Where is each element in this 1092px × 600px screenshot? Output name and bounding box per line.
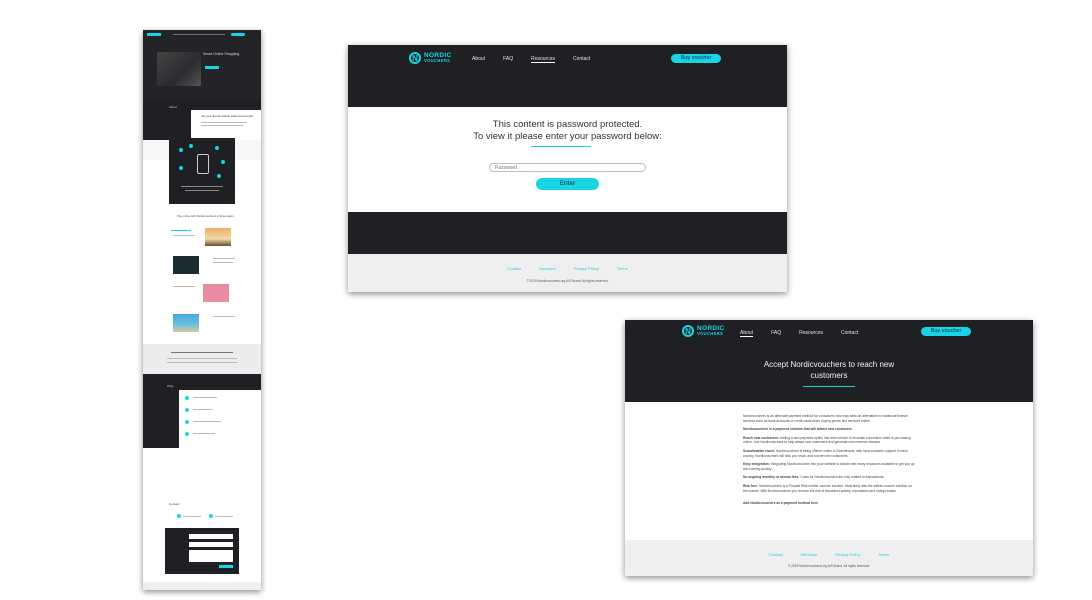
paragraph-4: Easy integration: Integrating Nordicvouc…	[743, 462, 915, 471]
paragraph-0: Nordicvouchers is an alternate payment m…	[743, 414, 908, 423]
about-label: About	[169, 105, 177, 109]
paragraph-2: Reach new customers: Adding a new paymen…	[743, 435, 911, 445]
contact-label: Contact	[169, 502, 180, 506]
nav-resources[interactable]: Resources	[799, 330, 823, 337]
about-heading: Use your favorite website safely and sec…	[201, 115, 254, 118]
step-image-4	[173, 314, 199, 332]
step-image-2	[173, 256, 199, 274]
long-page-nav	[173, 34, 225, 35]
footer-copyright: © 2019 Nordicvouchers.org A/S Brand. All…	[526, 279, 609, 283]
long-page-banner	[143, 344, 261, 374]
about-page-screenshot: N NORDIC VOUCHERS About FAQ Resources Co…	[625, 320, 1033, 576]
footer-privacy-link[interactable]: Privacy Policy	[835, 552, 860, 557]
footer-terms-link[interactable]: Terms	[878, 552, 889, 557]
hero-cta[interactable]	[205, 66, 219, 69]
password-page-navbar: N NORDIC VOUCHERS About FAQ Resources Co…	[348, 45, 787, 107]
about-page-footer: Contact Merchant Privacy Policy Terms © …	[625, 540, 1033, 576]
nav-faq[interactable]: FAQ	[771, 330, 781, 337]
footer-terms-link[interactable]: Terms	[617, 266, 628, 271]
how-heading: Pay online with Nordicvouchers in three …	[177, 214, 234, 218]
footer-contact-link[interactable]: Contact	[769, 552, 783, 557]
password-message: This content is password protected. To v…	[348, 119, 787, 143]
logo-mark-icon: N	[682, 325, 694, 337]
buy-voucher-button[interactable]: Buy voucher	[671, 54, 721, 63]
step-image-3	[203, 284, 229, 302]
password-input[interactable]	[489, 163, 646, 172]
long-page-hero-title: Smart Online Shopping	[203, 52, 240, 56]
step-image-1	[205, 228, 231, 246]
hero-underline	[803, 386, 855, 387]
hero-title: Accept Nordicvouchers to reach new custo…	[625, 359, 1033, 381]
password-page-nav: About FAQ Resources Contact	[472, 56, 590, 63]
footer-merchant-link[interactable]: Merchant	[801, 552, 818, 557]
about-page-logo[interactable]: N NORDIC VOUCHERS	[682, 325, 724, 337]
hero-title-line2: customers	[810, 371, 848, 380]
paragraph-3: Scandinavian reach: Nordicvouchers is be…	[743, 448, 908, 458]
long-page-hero: Smart Online Shopping	[143, 30, 261, 100]
hero-title-line1: Accept Nordicvouchers to reach new	[763, 360, 895, 369]
faq-card	[179, 390, 261, 452]
paragraph-1: Nordicvouchers is a payment solution tha…	[743, 427, 852, 432]
about-page-nav: About FAQ Resources Contact	[740, 330, 858, 337]
network-illustration	[169, 138, 235, 204]
password-page-dark-band	[348, 212, 787, 254]
long-page-screenshot: Smart Online Shopping About Use your fav…	[143, 30, 261, 590]
logo-mark-icon: N	[409, 52, 421, 64]
contact-form	[165, 528, 239, 574]
nav-faq[interactable]: FAQ	[503, 56, 513, 63]
footer-links: Contact Merchant Privacy Policy Terms	[348, 266, 787, 271]
long-page-about: About Use your favorite website safely a…	[143, 100, 261, 140]
password-page-screenshot: N NORDIC VOUCHERS About FAQ Resources Co…	[348, 45, 787, 292]
phone-icon	[197, 154, 209, 174]
about-content: Nordicvouchers is an alternate payment m…	[743, 414, 915, 506]
password-message-line1: This content is password protected.	[492, 119, 643, 130]
enter-button[interactable]: Enter	[536, 178, 599, 190]
title-underline	[531, 146, 591, 147]
footer-privacy-link[interactable]: Privacy Policy	[574, 266, 599, 271]
long-page-logo	[147, 33, 161, 36]
password-page-footer: Contact Merchant Privacy Policy Terms © …	[348, 254, 787, 292]
paragraph-6: Risk free: Nordicvouchers is a Prepaid R…	[743, 483, 912, 493]
long-page-buy-button[interactable]	[231, 33, 245, 36]
footer-contact-link[interactable]: Contact	[507, 266, 521, 271]
nav-about[interactable]: About	[740, 330, 754, 337]
long-page-faq: FAQ	[143, 374, 261, 452]
laptop-image	[157, 52, 201, 86]
footer-links: Contact Merchant Privacy Policy Terms	[625, 552, 1033, 557]
buy-voucher-button[interactable]: Buy voucher	[921, 327, 971, 336]
about-card: Use your favorite website safely and sec…	[191, 110, 261, 140]
faq-label: FAQ	[167, 384, 174, 388]
nav-contact[interactable]: Contact	[573, 56, 590, 63]
nav-contact[interactable]: Contact	[841, 330, 858, 337]
nav-about[interactable]: About	[472, 56, 485, 63]
footer-copyright: © 2019 Nordicvouchers.org A/S Brand. All…	[787, 564, 871, 568]
about-page-header: N NORDIC VOUCHERS About FAQ Resources Co…	[625, 320, 1033, 402]
add-payment-method-link[interactable]: Add Nordicvouchers as a payment method h…	[743, 501, 915, 506]
footer-merchant-link[interactable]: Merchant	[539, 266, 556, 271]
password-page-logo[interactable]: N NORDIC VOUCHERS	[409, 52, 451, 64]
paragraph-5: No ongoing monthly or annual fees: Costs…	[743, 475, 885, 480]
nav-resources[interactable]: Resources	[531, 56, 555, 63]
password-message-line2: To view it please enter your password be…	[473, 131, 662, 142]
